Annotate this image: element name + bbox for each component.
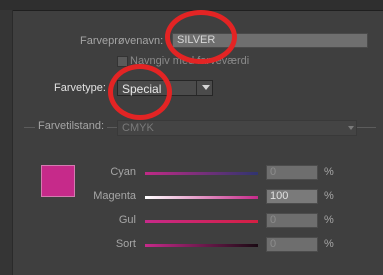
cyan-slider[interactable]: [145, 172, 258, 175]
black-value-input[interactable]: 0: [266, 237, 318, 252]
chevron-down-icon: [202, 85, 210, 90]
color-mode-label: Farvetilstand:: [35, 120, 108, 132]
color-mode-dropdown[interactable]: CMYK: [117, 120, 357, 136]
annotation-circle: [108, 64, 172, 120]
window-top-edge: [0, 0, 383, 11]
magenta-label: Magenta: [93, 190, 136, 202]
color-type-label: Farvetype:: [54, 82, 106, 94]
yellow-value-input[interactable]: 0: [266, 213, 318, 228]
cyan-percent-label: %: [324, 166, 334, 178]
magenta-percent-label: %: [324, 190, 334, 202]
dropdown-divider: [196, 81, 197, 95]
annotation-circle: [165, 10, 237, 64]
magenta-slider[interactable]: [145, 196, 258, 199]
color-mode-value: CMYK: [122, 122, 154, 134]
cyan-label: Cyan: [110, 166, 136, 178]
chevron-down-icon: [348, 126, 354, 130]
magenta-value-input[interactable]: 100: [266, 189, 318, 204]
cyan-value-input[interactable]: 0: [266, 165, 318, 180]
window-left-edge: [0, 10, 13, 275]
yellow-percent-label: %: [324, 214, 334, 226]
swatch-name-label: Farveprøvenavn:: [80, 35, 164, 47]
black-percent-label: %: [324, 238, 334, 250]
black-slider[interactable]: [145, 244, 258, 247]
yellow-label: Gul: [118, 214, 136, 226]
black-label: Sort: [115, 238, 136, 250]
yellow-slider[interactable]: [145, 220, 258, 223]
